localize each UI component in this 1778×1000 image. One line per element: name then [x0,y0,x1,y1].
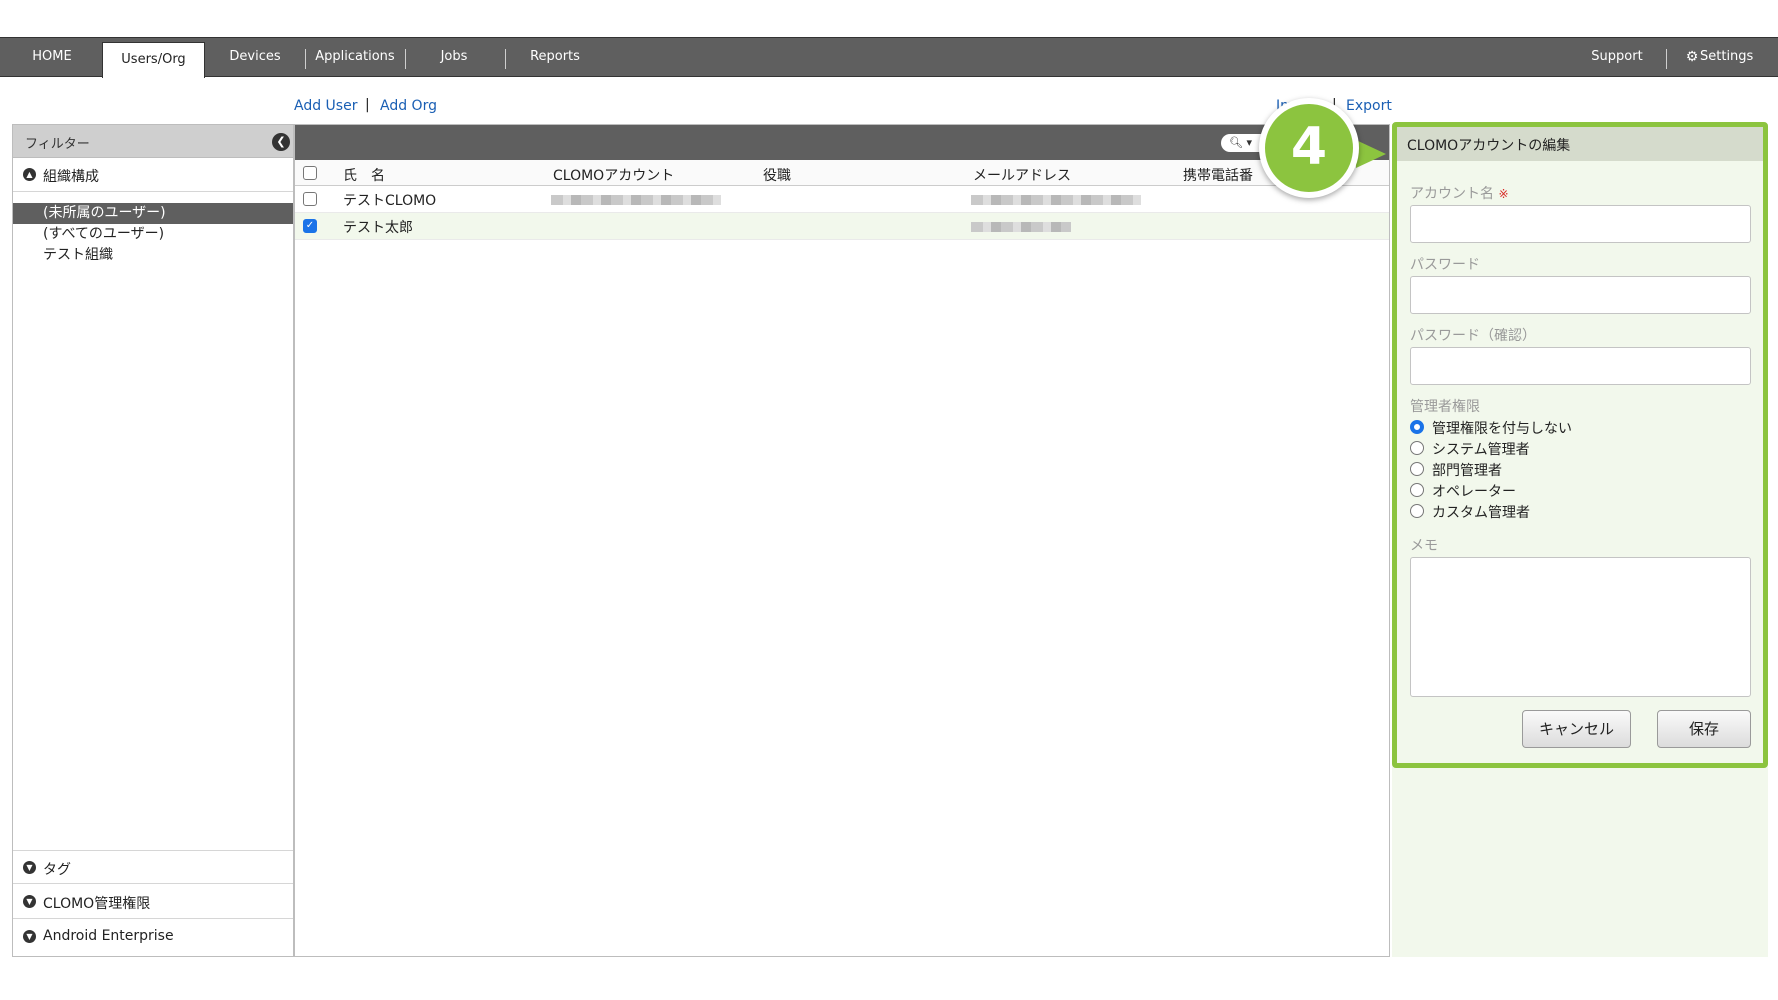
support-link[interactable]: Support [1582,38,1652,76]
edit-account-panel: CLOMOアカウントの編集 アカウント名 ※ パスワード パスワード（確認） 管… [1392,122,1768,768]
role-option-label: 部門管理者 [1432,463,1502,479]
password-confirm-input[interactable] [1410,347,1751,385]
save-button[interactable]: 保存 [1657,710,1751,748]
section-clomo-permissions[interactable]: ▼ CLOMO管理権限 [13,885,293,919]
section-org-structure[interactable]: ▲ 組織構成 [13,158,293,192]
section-tags[interactable]: ▼ タグ [13,850,293,884]
password-input[interactable] [1410,276,1751,314]
tab-reports[interactable]: Reports [506,38,604,76]
table-toolbar: 🔍︎ ▾ [295,125,1389,160]
role-option-label: 管理権限を付与しない [1432,421,1572,437]
user-table-panel: 🔍︎ ▾ 氏 名 CLOMOアカウント 役職 メールアドレス 携帯電話番 テスト… [294,124,1390,957]
settings-link[interactable]: Settings [1700,38,1753,76]
add-org-link[interactable]: Add Org [380,98,437,114]
export-link[interactable]: Export [1346,98,1392,114]
col-clomo-account[interactable]: CLOMOアカウント [553,165,674,185]
tab-devices[interactable]: Devices [205,38,305,76]
radio-button[interactable] [1410,420,1424,434]
radio-button[interactable] [1410,441,1424,455]
nav-separator [1666,49,1667,69]
redacted-account [551,195,721,205]
chevron-down-icon: ▼ [23,861,36,874]
table-row[interactable]: ✓ テスト太郎 [295,213,1389,240]
select-all-checkbox[interactable] [303,166,317,180]
col-name[interactable]: 氏 名 [343,165,385,185]
cell-name: テストCLOMO [343,193,437,209]
admin-role-label: 管理者権限 [1410,399,1480,415]
memo-label: メモ [1410,538,1438,554]
cell-name: テスト太郎 [343,220,413,236]
gear-icon[interactable]: ⚙ [1684,38,1700,76]
required-mark: ※ [1498,187,1509,201]
panel-title: CLOMOアカウントの編集 [1407,138,1571,154]
section-label: タグ [43,862,71,878]
account-name-label-text: アカウント名 [1410,186,1494,202]
tree-item-all-users[interactable]: (すべてのユーザー) [13,224,293,245]
filter-header: フィルター ❮ [13,125,293,158]
col-email[interactable]: メールアドレス [973,165,1071,185]
cancel-button[interactable]: キャンセル [1522,710,1631,748]
redacted-email [971,195,1141,205]
search-icon: 🔍︎ [1229,136,1243,149]
app-root: HOME Users/Org Devices Applications Jobs… [0,0,1778,1000]
role-option-label: システム管理者 [1432,442,1530,458]
col-title[interactable]: 役職 [763,165,791,185]
step-number-badge: 4 [1259,98,1359,198]
table-row[interactable]: テストCLOMO [295,186,1389,213]
callout-pointer [1356,140,1386,168]
radio-button[interactable] [1410,462,1424,476]
section-label: CLOMO管理権限 [43,896,151,912]
password-label: パスワード [1410,257,1480,273]
row-checkbox[interactable]: ✓ [303,219,317,233]
tab-home[interactable]: HOME [0,38,104,76]
add-user-link[interactable]: Add User [294,98,357,114]
redacted-email [971,222,1071,232]
role-option-label: カスタム管理者 [1432,505,1530,521]
tab-jobs[interactable]: Jobs [406,38,502,76]
tree-item-unassigned-users[interactable]: (未所属のユーザー) [13,203,293,224]
filter-title: フィルター [25,137,90,152]
section-android-enterprise[interactable]: ▼ Android Enterprise [13,920,293,954]
radio-button[interactable] [1410,504,1424,518]
filter-sidebar: フィルター ❮ ▲ 組織構成 (未所属のユーザー) (すべてのユーザー) テスト… [12,124,294,957]
radio-button[interactable] [1410,483,1424,497]
col-phone[interactable]: 携帯電話番 [1183,165,1253,185]
collapse-sidebar-icon[interactable]: ❮ [272,133,290,151]
row-checkbox[interactable] [303,192,317,206]
link-separator: | [365,97,370,113]
section-label: Android Enterprise [43,928,174,944]
password-confirm-label: パスワード（確認） [1410,328,1536,344]
panel-header: CLOMOアカウントの編集 [1397,127,1763,161]
chevron-up-icon: ▲ [23,168,36,181]
memo-textarea[interactable] [1410,557,1751,697]
chevron-down-icon: ▼ [23,930,36,943]
table-header: 氏 名 CLOMOアカウント 役職 メールアドレス 携帯電話番 [295,160,1389,186]
role-option-label: オペレーター [1432,484,1516,500]
chevron-down-icon: ▼ [23,895,36,908]
section-label: 組織構成 [43,169,99,185]
account-name-label: アカウント名 ※ [1410,183,1509,203]
tree-item-test-org[interactable]: テスト組織 [13,245,293,266]
tab-applications[interactable]: Applications [306,38,404,76]
account-name-input[interactable] [1410,205,1751,243]
top-nav: HOME Users/Org Devices Applications Jobs… [0,37,1778,78]
tab-users-org[interactable]: Users/Org [102,42,205,78]
